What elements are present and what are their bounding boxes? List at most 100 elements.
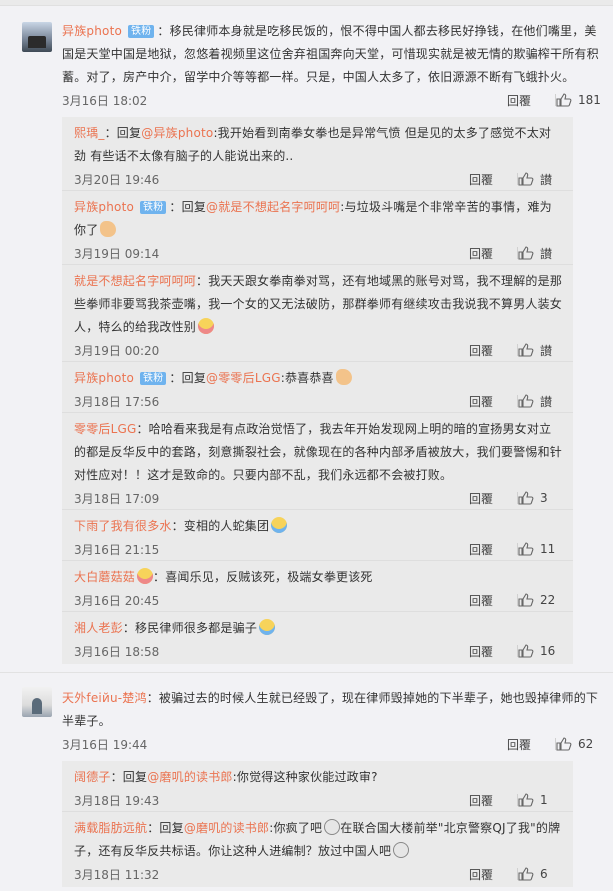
fan-badge: 铁粉 — [128, 25, 155, 38]
comment-meta: 3月20日 19:46 回覆 讃 — [74, 168, 563, 190]
fan-badge: 铁粉 — [140, 372, 167, 385]
reply-button[interactable]: 回覆 — [433, 171, 493, 188]
username-link[interactable]: 阔德子 — [74, 770, 111, 784]
like-button[interactable]: 16 — [507, 644, 563, 658]
like-button[interactable]: 讃 — [507, 393, 563, 410]
mention-link[interactable]: @磨叽的读书郎 — [147, 770, 232, 784]
reply-item: 就是不想起名字呵呵呵：我天天跟女拳南拳对骂，还有地域黑的账号对骂，我不理解的是那… — [62, 265, 573, 362]
comment-text: 异族photo 铁粉 ：移民律师本身就是吃移民饭的，恨不得中国人都去移民好挣钱，在他… — [62, 20, 601, 89]
like-button[interactable]: 3 — [507, 491, 563, 505]
timestamp: 3月18日 11:32 — [74, 867, 160, 882]
reply-body: ：移民律师很多都是骗子 — [122, 621, 258, 635]
timestamp: 3月19日 09:14 — [74, 246, 160, 261]
reply-prefix: ：回复 — [110, 770, 148, 784]
reply-body: ：哈哈看来我是有点政治觉悟了，我去年开始发现网上明的暗的宣扬男女对立的都是反华反… — [74, 422, 563, 482]
avatar[interactable] — [22, 22, 52, 52]
like-count: 62 — [578, 737, 594, 751]
like-button[interactable]: 讃 — [507, 342, 563, 359]
comment-meta: 3月19日 00:20 回覆 讃 — [74, 339, 563, 361]
thumbs-up-icon — [518, 394, 534, 408]
like-count: 讃 — [540, 246, 553, 261]
reply-button[interactable]: 回覆 — [433, 643, 493, 660]
reply-text: 熙瑀_：回复@异族photo:我开始看到南拳女拳也是异常气愤 但是见的太多了感觉… — [74, 122, 563, 168]
emoji-icon — [100, 221, 117, 237]
thumbs-up-icon — [518, 593, 534, 607]
reply-text: 阔德子：回复@磨叽的读书郎:你觉得这种家伙能过政审? — [74, 766, 563, 789]
username-link[interactable]: 异族photo — [74, 200, 134, 214]
reply-button[interactable]: 回覆 — [471, 736, 531, 753]
mention-link[interactable]: @就是不想起名字呵呵呵 — [206, 200, 340, 214]
avatar[interactable] — [22, 687, 52, 717]
like-button[interactable]: 62 — [545, 737, 601, 751]
timestamp: 3月19日 00:20 — [74, 343, 160, 358]
timestamp: 3月18日 17:56 — [74, 394, 160, 409]
comment-meta: 3月16日 21:15 回覆 11 — [74, 538, 563, 560]
comment-meta: 3月18日 17:09 回覆 3 — [74, 487, 563, 509]
like-count: 1 — [540, 793, 548, 807]
reply-button[interactable]: 回覆 — [471, 92, 531, 109]
username-link[interactable]: 熙瑀_ — [74, 126, 105, 140]
like-button[interactable]: 1 — [507, 793, 563, 807]
reply-button[interactable]: 回覆 — [433, 592, 493, 609]
like-button[interactable]: 6 — [507, 867, 563, 881]
like-button[interactable]: 11 — [507, 542, 563, 556]
reply-body: :你觉得这种家伙能过政审? — [232, 770, 378, 784]
reply-item: 阔德子：回复@磨叽的读书郎:你觉得这种家伙能过政审? 3月18日 19:43 回覆 1 — [62, 761, 573, 812]
reply-item: 湘人老彭：移民律师很多都是骗子 3月16日 18:58 回覆 16 — [62, 612, 573, 662]
comment-meta: 3月16日 20:45 回覆 22 — [74, 589, 563, 611]
comment-meta: 3月18日 17:56 回覆 讃 — [74, 390, 563, 412]
username-link[interactable]: 湘人老彭 — [74, 621, 123, 635]
reply-button[interactable]: 回覆 — [433, 541, 493, 558]
like-button[interactable]: 181 — [545, 93, 601, 107]
timestamp: 3月16日 18:58 — [74, 644, 160, 659]
reply-prefix: ：回复 — [147, 821, 184, 835]
timestamp: 3月18日 19:43 — [74, 793, 160, 808]
comment-meta: 3月16日 18:02 回覆 181 — [62, 89, 601, 111]
like-button[interactable]: 22 — [507, 593, 563, 607]
like-count: 22 — [540, 593, 556, 607]
reply-prefix: ：回复 — [169, 371, 207, 385]
timestamp: 3月16日 20:45 — [74, 593, 160, 608]
reply-text: 下雨了我有很多水：变相的人蛇集团 — [74, 515, 563, 538]
username-link[interactable]: 满载脂肪远航 — [74, 821, 147, 835]
reply-text: 就是不想起名字呵呵呵：我天天跟女拳南拳对骂，还有地域黑的账号对骂，我不理解的是那… — [74, 270, 563, 339]
mention-link[interactable]: @零零后LGG — [206, 371, 281, 385]
mention-link[interactable]: @异族photo — [141, 126, 213, 140]
username-link[interactable]: 就是不想起名字呵呵呵 — [74, 274, 196, 288]
username-link[interactable]: 零零后LGG — [74, 422, 136, 436]
username-link[interactable]: 下雨了我有很多水 — [74, 519, 172, 533]
like-count: 讃 — [540, 343, 553, 358]
thumbs-up-icon — [556, 93, 572, 107]
reply-item: 异族photo 铁粉 ：回复@就是不想起名字呵呵呵:与垃圾斗嘴是个非常辛苦的事情，难… — [62, 191, 573, 265]
comment: 异族photo 铁粉 ：移民律师本身就是吃移民饭的，恨不得中国人都去移民好挣钱，在他… — [0, 6, 613, 664]
reply-button[interactable]: 回覆 — [433, 342, 493, 359]
reply-prefix: ：回复 — [169, 200, 207, 214]
timestamp: 3月18日 17:09 — [74, 491, 160, 506]
comment: 天外feiйu-楚鸿：被骗过去的时候人生就已经毁了，现在律师毁掉她的下半辈子，她… — [0, 673, 613, 887]
reply-button[interactable]: 回覆 — [433, 792, 493, 809]
reply-button[interactable]: 回覆 — [433, 245, 493, 262]
mention-link[interactable]: @磨叽的读书郎 — [184, 821, 269, 835]
thumbs-up-icon — [518, 172, 534, 186]
comment-meta: 3月16日 19:44 回覆 62 — [62, 733, 601, 755]
reply-button[interactable]: 回覆 — [433, 866, 493, 883]
like-count: 11 — [540, 542, 556, 556]
reply-body: ：变相的人蛇集团 — [171, 519, 270, 533]
like-button[interactable]: 讃 — [507, 171, 563, 188]
reply-button[interactable]: 回覆 — [433, 393, 493, 410]
reply-body: :恭喜恭喜 — [280, 371, 334, 385]
thumbs-up-icon — [518, 491, 534, 505]
reply-text: 湘人老彭：移民律师很多都是骗子 — [74, 617, 563, 640]
reply-item: 下雨了我有很多水：变相的人蛇集团 3月16日 21:15 回覆 11 — [62, 510, 573, 561]
like-button[interactable]: 讃 — [507, 245, 563, 262]
like-count: 181 — [578, 93, 601, 107]
username-link[interactable]: 天外feiйu-楚鸿 — [62, 691, 147, 705]
reply-prefix: ：回复 — [104, 126, 142, 140]
username-link[interactable]: 异族photo — [74, 371, 134, 385]
reply-item: 零零后LGG：哈哈看来我是有点政治觉悟了，我去年开始发现网上明的暗的宣扬男女对立… — [62, 413, 573, 510]
timestamp: 3月16日 21:15 — [74, 542, 160, 557]
username-link[interactable]: 异族photo — [62, 24, 122, 38]
reply-button[interactable]: 回覆 — [433, 490, 493, 507]
username-link[interactable]: 大白蘑菇菇 — [74, 570, 135, 584]
thumbs-up-icon — [518, 542, 534, 556]
